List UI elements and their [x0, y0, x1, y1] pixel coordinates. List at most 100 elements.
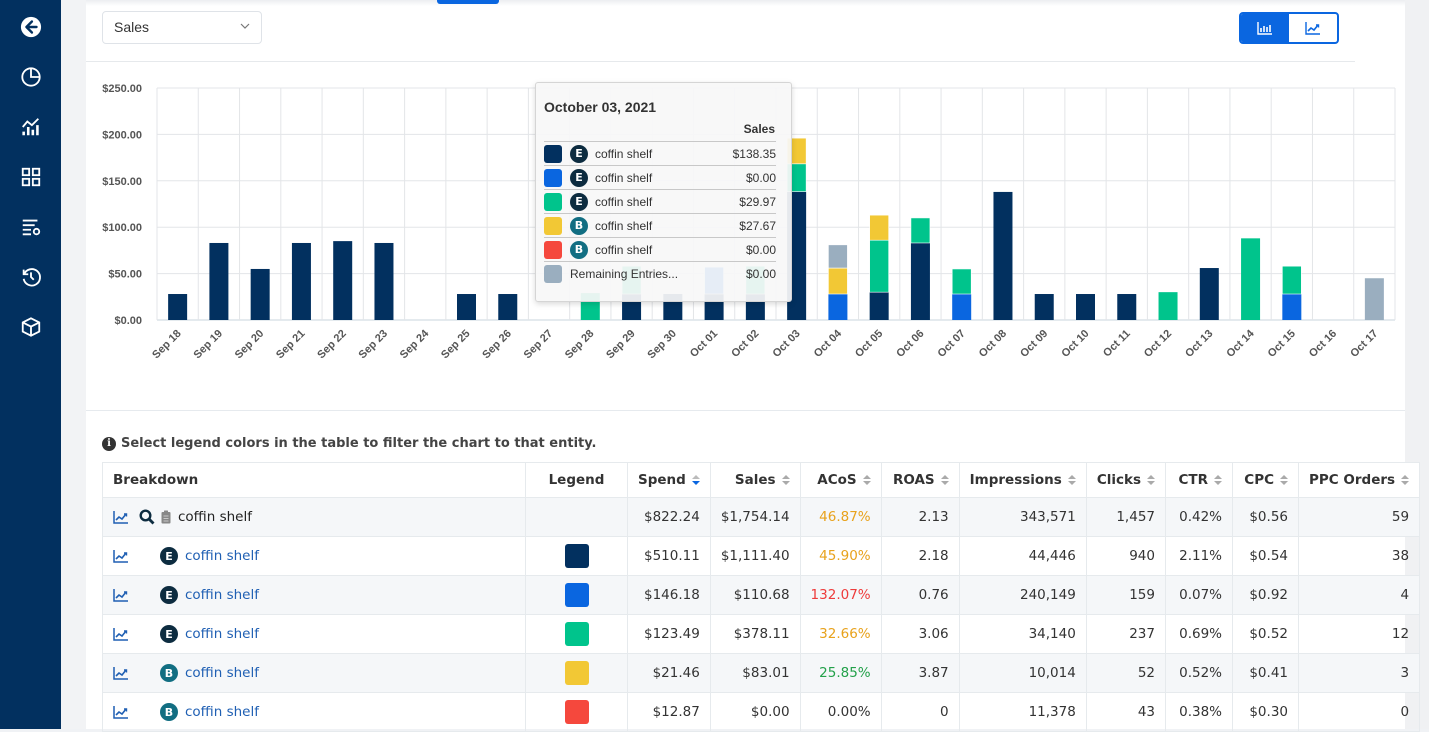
bar-segment[interactable]: [828, 294, 848, 320]
bar-segment[interactable]: [333, 241, 353, 320]
clipboard-icon[interactable]: [161, 510, 171, 524]
bar-segment[interactable]: [457, 294, 476, 320]
sidebar-item-history[interactable]: [18, 264, 44, 290]
bar-segment[interactable]: [910, 217, 931, 244]
sort-icon: [781, 475, 790, 485]
bar-segment[interactable]: [250, 268, 270, 320]
impressions-cell: 10,014: [958, 653, 1087, 693]
bar-segment[interactable]: [828, 267, 848, 295]
bar-segment[interactable]: [168, 294, 188, 320]
legend-color-swatch[interactable]: [564, 661, 589, 685]
bar-segment[interactable]: [869, 292, 889, 320]
col-ctr[interactable]: CTR: [1165, 462, 1233, 498]
bar-segment[interactable]: [951, 268, 972, 295]
col-cpc[interactable]: CPC: [1232, 462, 1299, 498]
metric-select[interactable]: Sales: [102, 11, 262, 44]
orders-cell: 3: [1297, 653, 1421, 693]
x-tick-label: Sep 18: [150, 328, 184, 362]
trend-chart-icon[interactable]: [113, 549, 129, 563]
entity-type-badge: B: [160, 664, 178, 682]
sort-icon: [1280, 475, 1288, 485]
x-tick-label: Sep 21: [274, 328, 308, 362]
sidebar-item-dashboard[interactable]: [18, 64, 44, 90]
roas-cell: 3.06: [880, 614, 960, 654]
x-tick-label: Oct 03: [770, 328, 802, 360]
trend-chart-icon[interactable]: [113, 705, 129, 719]
sidebar-item-grid[interactable]: [18, 164, 44, 190]
y-tick-label: $50.00: [108, 269, 142, 281]
trend-chart-icon[interactable]: [113, 666, 129, 680]
col-impressions[interactable]: Impressions: [958, 462, 1087, 498]
bar-segment[interactable]: [1034, 294, 1054, 320]
col-acos[interactable]: ACoS: [799, 462, 882, 498]
tooltip-value: $138.35: [732, 146, 776, 161]
bar-segment[interactable]: [993, 191, 1013, 320]
bar-segment[interactable]: [1117, 294, 1137, 320]
table-row: Ecoffin shelf $123.49 $378.11 32.66% 3.06 34,…: [102, 614, 1421, 654]
bar-segment[interactable]: [498, 294, 518, 320]
acos-cell: 45.90%: [799, 536, 882, 576]
legend-color-swatch[interactable]: [564, 583, 589, 607]
col-ppc-orders[interactable]: PPC Orders: [1297, 462, 1421, 498]
entity-type-badge: E: [570, 192, 588, 211]
back-button[interactable]: [18, 14, 44, 40]
col-clicks[interactable]: Clicks: [1085, 462, 1167, 498]
y-tick-label: $100.00: [102, 222, 142, 234]
breakdown-name-link[interactable]: coffin shelf: [185, 704, 259, 720]
col-label: CTR: [1178, 472, 1208, 488]
bar-segment[interactable]: [1282, 265, 1302, 295]
legend-color-swatch[interactable]: [564, 544, 589, 568]
x-tick-label: Oct 06: [894, 328, 926, 360]
bar-segment[interactable]: [209, 242, 229, 320]
col-sales[interactable]: Sales: [709, 462, 801, 498]
tooltip-swatch: [544, 240, 562, 259]
breakdown-name-link[interactable]: coffin shelf: [185, 548, 259, 564]
gutter: [61, 0, 86, 729]
bar-segment[interactable]: [1282, 294, 1302, 320]
sidebar-item-rules[interactable]: [18, 214, 44, 240]
y-tick-label: $250.00: [102, 83, 142, 95]
entity-type-badge: B: [570, 216, 588, 235]
line-chart-button[interactable]: [1289, 14, 1337, 42]
tooltip-row: Ecoffin shelf $0.00: [544, 165, 776, 189]
legend-cell: [525, 497, 628, 537]
bar-segment[interactable]: [1364, 278, 1384, 320]
search-icon[interactable]: [139, 509, 155, 525]
sidebar-item-products[interactable]: [18, 314, 44, 340]
bar-segment[interactable]: [1158, 292, 1178, 320]
bar-segment[interactable]: [1241, 238, 1261, 320]
x-tick-label: Sep 29: [604, 328, 638, 362]
sidebar-item-analytics[interactable]: [18, 114, 44, 140]
breakdown-cell: Bcoffin shelf: [102, 692, 526, 732]
x-tick-label: Oct 05: [853, 328, 885, 360]
bar-segment[interactable]: [952, 294, 972, 320]
x-tick-label: Oct 09: [1018, 328, 1050, 360]
bar-segment[interactable]: [910, 242, 930, 320]
acos-cell: 46.87%: [799, 497, 882, 537]
breakdown-name-link[interactable]: coffin shelf: [185, 626, 259, 642]
bar-segment[interactable]: [374, 242, 394, 320]
bar-segment[interactable]: [291, 242, 311, 320]
bar-chart-button[interactable]: [1241, 14, 1289, 42]
sort-icon: [940, 475, 949, 485]
bar-segment[interactable]: [1199, 268, 1219, 320]
legend-color-swatch[interactable]: [564, 700, 589, 724]
breakdown-name-link[interactable]: coffin shelf: [185, 587, 259, 603]
trend-chart-icon[interactable]: [113, 510, 129, 524]
bar-segment[interactable]: [1076, 294, 1095, 320]
bar-segment[interactable]: [828, 244, 848, 269]
orders-cell: 38: [1297, 536, 1421, 576]
bar-segment[interactable]: [869, 239, 889, 293]
trend-chart-icon[interactable]: [113, 627, 129, 641]
pie-chart-icon: [21, 67, 41, 87]
col-roas[interactable]: ROAS: [880, 462, 960, 498]
col-label: Impressions: [969, 472, 1062, 488]
breakdown-name-link[interactable]: coffin shelf: [185, 665, 259, 681]
col-spend[interactable]: Spend: [627, 462, 711, 498]
sort-icon: [1067, 475, 1076, 485]
impressions-cell: 44,446: [958, 536, 1087, 576]
x-tick-label: Oct 10: [1059, 328, 1091, 360]
legend-color-swatch[interactable]: [564, 622, 589, 646]
trend-chart-icon[interactable]: [113, 588, 129, 602]
bar-segment[interactable]: [869, 214, 889, 241]
